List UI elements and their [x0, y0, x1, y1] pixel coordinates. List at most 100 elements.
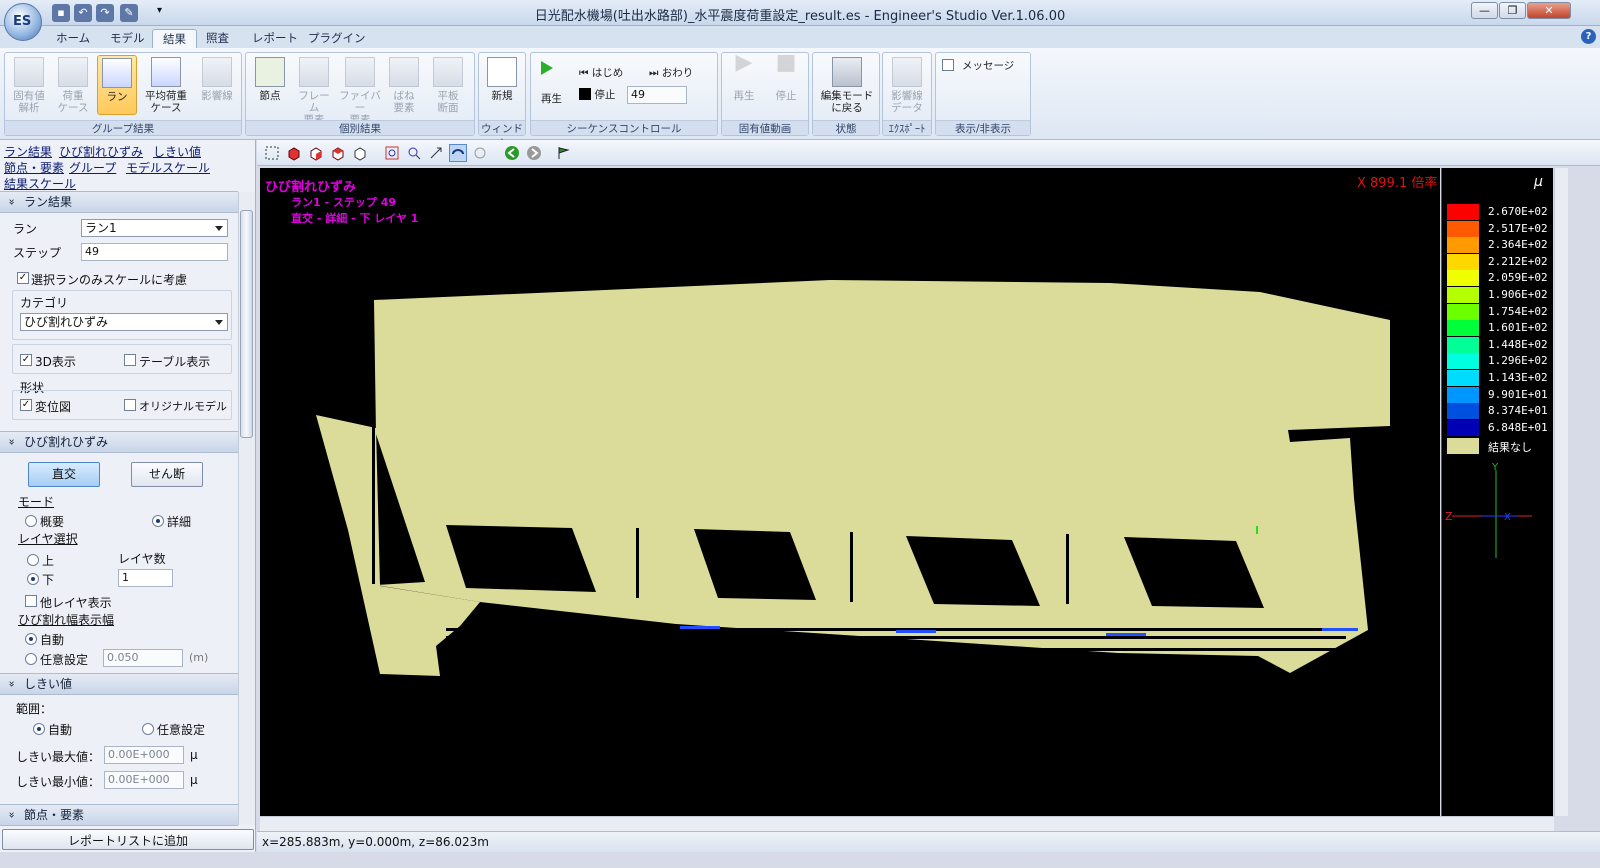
link-model-scale[interactable]: モデルスケール	[126, 159, 210, 176]
application-menu-button[interactable]: ES	[4, 3, 42, 41]
start-button[interactable]: ⏮ はじめ	[579, 65, 623, 80]
orthogonal-button[interactable]: 直交	[28, 462, 100, 487]
tab-plugin[interactable]: プラグイン	[298, 29, 376, 48]
result-3d-view[interactable]: ひび割れひずみ ラン1 - ステップ 49 直交 - 詳細 - 下 レイヤ 1 …	[260, 168, 1440, 816]
zoom-out-icon[interactable]	[405, 144, 423, 162]
other-layer-checkbox[interactable]	[25, 595, 37, 607]
axis-triad: Y Z X	[1445, 462, 1532, 558]
pointer-flag-icon[interactable]	[555, 144, 573, 162]
average-load-case-button[interactable]: 平均荷重 ケース	[141, 55, 191, 115]
tab-check[interactable]: 照査	[196, 29, 239, 48]
threshold-max-input[interactable]: 0.00E+000	[104, 746, 184, 764]
view-vertical-scrollbar[interactable]	[1554, 168, 1568, 816]
link-node-element[interactable]: 節点・要素	[4, 159, 64, 176]
left-panel: ラン結果 ひび割れひずみ しきい値 節点・要素 グループ モデルスケール 結果ス…	[0, 140, 256, 852]
zoom-window-icon[interactable]	[383, 144, 401, 162]
rotate-icon[interactable]	[449, 144, 467, 162]
frame-element-button[interactable]: フレーム 要素	[294, 55, 334, 126]
back-to-edit-button[interactable]: 編集モード に戻る	[817, 55, 877, 115]
help-icon[interactable]: ?	[1581, 29, 1596, 44]
step-input[interactable]: 49	[627, 86, 687, 104]
fiber-element-button[interactable]: ファイバー 要素	[338, 55, 382, 126]
threshold-manual-radio[interactable]	[142, 723, 154, 735]
width-auto-radio[interactable]	[25, 633, 37, 645]
save-icon[interactable]: ▪	[52, 4, 70, 22]
message-checkbox[interactable]	[942, 59, 954, 71]
mode-detail-radio[interactable]	[152, 515, 164, 527]
threshold-min-input[interactable]: 0.00E+000	[104, 771, 184, 789]
eigen-stop-button[interactable]: ■ 停止	[766, 52, 806, 115]
load-case-button[interactable]: 荷重 ケース	[53, 55, 93, 115]
view-front-icon[interactable]	[285, 144, 303, 162]
forward-icon[interactable]	[525, 144, 543, 162]
play-icon[interactable]	[541, 61, 553, 78]
tools-icon[interactable]: ✎	[120, 4, 138, 22]
end-button[interactable]: ⏭ おわり	[649, 65, 693, 80]
minimize-button[interactable]: —	[1471, 2, 1498, 19]
mode-summary-radio[interactable]	[25, 515, 37, 527]
fit-icon[interactable]	[471, 144, 489, 162]
link-run-result[interactable]: ラン結果	[4, 143, 52, 160]
maximize-button[interactable]: ❐	[1499, 2, 1526, 19]
scale-checkbox[interactable]: ✓	[17, 272, 29, 284]
section-threshold[interactable]: しきい値	[0, 673, 238, 695]
run-select[interactable]: ラン1	[81, 219, 228, 237]
link-group[interactable]: グループ	[69, 159, 116, 176]
section-crack-strain[interactable]: ひび割れひずみ	[0, 431, 238, 453]
threshold-auto-radio[interactable]	[33, 723, 45, 735]
left-panel-scroll-thumb[interactable]	[240, 210, 253, 438]
disp-checkbox[interactable]: ✓	[20, 399, 32, 411]
status-bar: x=285.883m, y=0.000m, z=86.023m	[257, 831, 1600, 852]
tab-model[interactable]: モデル	[100, 29, 155, 48]
run-button[interactable]: ラン	[97, 55, 137, 115]
influence-data-button[interactable]: 影響線 データ	[887, 55, 927, 115]
width-input[interactable]: 0.050	[103, 649, 183, 667]
link-threshold[interactable]: しきい値	[153, 143, 201, 160]
view-top-icon[interactable]	[329, 144, 347, 162]
group-individual: 節点 フレーム 要素 ファイバー 要素 ばね 要素 平板 断面 個別結果	[245, 52, 475, 136]
table-checkbox[interactable]	[124, 354, 136, 366]
view-iso-icon[interactable]	[351, 144, 369, 162]
shear-button[interactable]: せん断	[131, 462, 203, 487]
close-button[interactable]: ✕	[1527, 2, 1571, 19]
width-manual-radio[interactable]	[25, 653, 37, 665]
show-3d-label: 3D表示	[35, 355, 76, 369]
add-to-report-button[interactable]: レポートリストに追加	[2, 829, 254, 850]
eigen-play-button[interactable]: ▶ 再生	[724, 52, 764, 115]
layer-bottom-radio[interactable]	[27, 573, 39, 585]
threshold-manual-label: 任意設定	[157, 723, 206, 737]
axis-y-label: Y	[1491, 462, 1499, 473]
view-side-icon[interactable]	[307, 144, 325, 162]
tab-home[interactable]: ホーム	[46, 29, 100, 48]
group-eigen-animation: ▶ 再生 ■ 停止 固有値動画	[721, 52, 809, 136]
view-horizontal-scrollbar[interactable]	[260, 816, 1554, 831]
legend-value: 1.906E+02	[1488, 288, 1548, 301]
eigen-analysis-button[interactable]: 固有値 解析	[9, 55, 49, 115]
link-result-scale[interactable]: 結果スケール	[4, 175, 76, 192]
spring-element-button[interactable]: ばね 要素	[384, 55, 424, 115]
node-button[interactable]: 節点	[250, 55, 290, 115]
back-icon[interactable]	[503, 144, 521, 162]
new-window-button[interactable]: 新規	[482, 55, 522, 115]
section-node-element[interactable]: 節点・要素	[0, 804, 238, 826]
quick-access-dropdown-icon[interactable]: ▾	[157, 5, 162, 16]
category-select[interactable]: ひび割れひずみ	[20, 313, 228, 331]
influence-line-button[interactable]: 影響線	[197, 55, 237, 115]
vertical-gap-left	[372, 424, 375, 584]
link-crack-strain[interactable]: ひび割れひずみ	[59, 143, 143, 160]
show-3d-checkbox[interactable]: ✓	[20, 354, 32, 366]
layer-top-radio[interactable]	[27, 554, 39, 566]
original-checkbox[interactable]	[124, 399, 136, 411]
tab-result[interactable]: 結果	[152, 29, 197, 48]
stop-button[interactable]: 停止	[579, 87, 615, 102]
section-run-result[interactable]: ラン結果	[0, 191, 238, 213]
redo-icon[interactable]: ↷	[96, 4, 114, 22]
legend-swatch	[1447, 253, 1479, 270]
select-icon[interactable]	[263, 144, 281, 162]
plate-section-button[interactable]: 平板 断面	[428, 55, 468, 115]
undo-icon[interactable]: ↶	[74, 4, 92, 22]
layer-count-input[interactable]: 1	[118, 569, 173, 587]
step-field[interactable]: 49	[81, 243, 228, 261]
structure-body	[374, 280, 1390, 673]
pan-icon[interactable]	[427, 144, 445, 162]
